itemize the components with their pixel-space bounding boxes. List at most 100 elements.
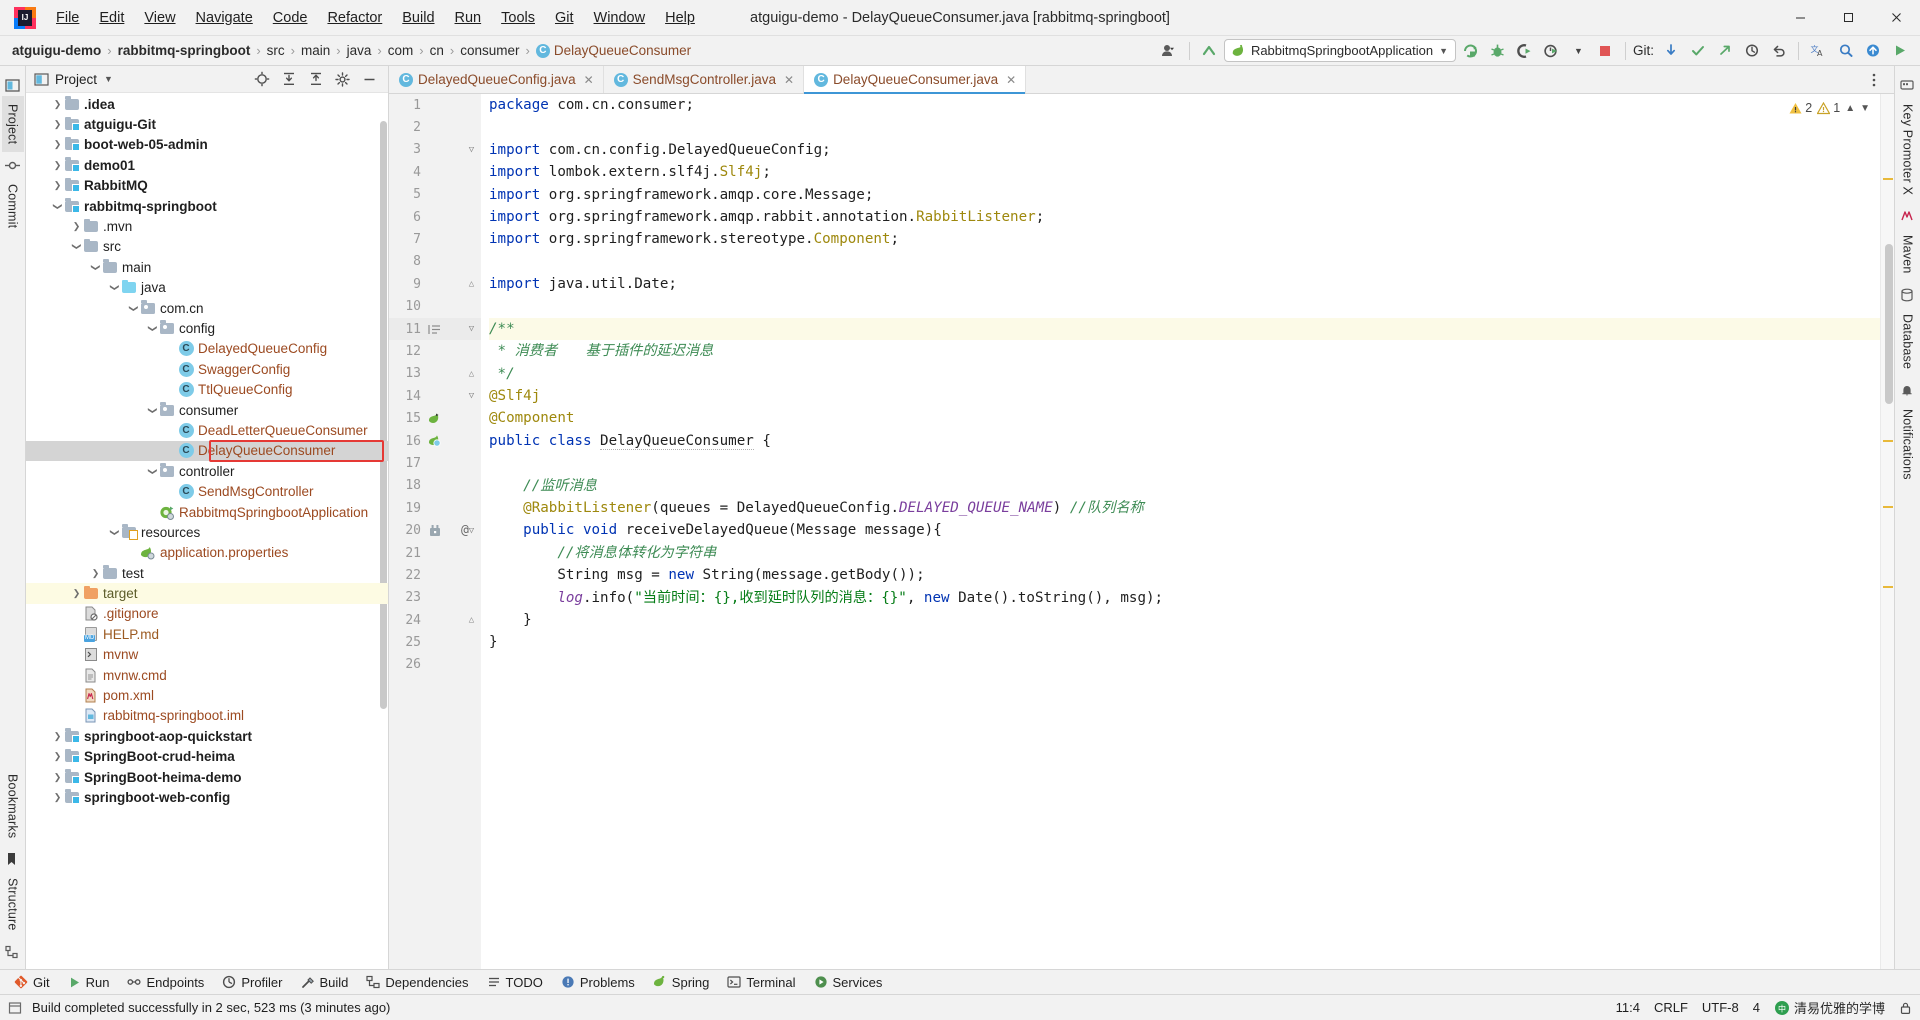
- fold-start-icon[interactable]: ▽: [467, 324, 476, 334]
- chevron-right-icon[interactable]: ❯: [51, 772, 64, 783]
- chevron-right-icon[interactable]: ❯: [51, 180, 64, 191]
- breadcrumb-src[interactable]: src: [267, 43, 285, 58]
- gutter-line[interactable]: 14 ▽: [389, 385, 481, 407]
- sidebar-item-notifications[interactable]: Notifications: [1897, 401, 1919, 488]
- chevron-down-icon[interactable]: ❯: [90, 261, 101, 274]
- gutter-line[interactable]: 5: [389, 184, 481, 206]
- inspection-marker[interactable]: [1883, 586, 1893, 588]
- chevron-right-icon[interactable]: ❯: [51, 731, 64, 742]
- code-line[interactable]: import java.util.Date;: [489, 273, 1880, 295]
- chevron-down-icon[interactable]: ▼: [1566, 39, 1591, 63]
- tree-row[interactable]: C TtlQueueConfig: [26, 379, 388, 399]
- fold-end-icon[interactable]: △: [467, 279, 476, 289]
- sidebar-item-maven[interactable]: Maven: [1897, 227, 1919, 282]
- tree-row[interactable]: ❯ SpringBoot-heima-demo: [26, 767, 388, 787]
- indent-size[interactable]: 4: [1753, 1000, 1760, 1015]
- gutter-line[interactable]: 1: [389, 94, 481, 116]
- inspection-gutter[interactable]: [1880, 94, 1894, 969]
- code-line[interactable]: //监听消息: [489, 475, 1880, 497]
- breadcrumb-java[interactable]: java: [347, 43, 372, 58]
- gutter-line[interactable]: 16: [389, 430, 481, 452]
- locate-icon[interactable]: [249, 67, 274, 91]
- tree-row[interactable]: ❯ .mvn: [26, 216, 388, 236]
- code-line[interactable]: [489, 296, 1880, 318]
- tree-row[interactable]: mvnw: [26, 645, 388, 665]
- gutter-line[interactable]: 17: [389, 452, 481, 474]
- hide-panel-icon[interactable]: [357, 67, 382, 91]
- code-line[interactable]: log.info("当前时间：{},收到延时队列的消息：{}", new Dat…: [489, 587, 1880, 609]
- code-line[interactable]: String msg = new String(message.getBody(…: [489, 564, 1880, 586]
- gutter-line[interactable]: 19: [389, 497, 481, 519]
- collapse-all-icon[interactable]: [303, 67, 328, 91]
- code-line[interactable]: import org.springframework.amqp.rabbit.a…: [489, 206, 1880, 228]
- spring-bean-icon[interactable]: [428, 412, 442, 426]
- code-line[interactable]: @Component: [489, 407, 1880, 429]
- gutter-line[interactable]: 2: [389, 116, 481, 138]
- run-button[interactable]: [1458, 39, 1483, 63]
- tree-row[interactable]: ❯ config: [26, 318, 388, 338]
- bottom-tool-spring[interactable]: Spring: [645, 973, 718, 992]
- tree-row[interactable]: ❯ resources: [26, 522, 388, 542]
- menu-navigate[interactable]: Navigate: [186, 6, 263, 30]
- maximize-button[interactable]: [1824, 0, 1872, 36]
- tree-row[interactable]: C DelayQueueConsumer: [26, 440, 388, 462]
- bottom-tool-run[interactable]: Run: [60, 973, 118, 992]
- chevron-right-icon[interactable]: ❯: [70, 588, 83, 599]
- breadcrumb-class[interactable]: C DelayQueueConsumer: [535, 43, 691, 58]
- code-line[interactable]: [489, 654, 1880, 676]
- gutter-line[interactable]: 25: [389, 631, 481, 653]
- tab-delayedqueueconfig[interactable]: C DelayedQueueConfig.java ✕: [389, 66, 604, 93]
- tree-row[interactable]: ❯ test: [26, 563, 388, 583]
- close-icon[interactable]: ✕: [784, 73, 794, 87]
- tree-row[interactable]: ❯ .idea: [26, 94, 388, 114]
- git-history-icon[interactable]: [1739, 39, 1764, 63]
- chevron-down-icon[interactable]: ❯: [128, 302, 139, 315]
- gutter-line[interactable]: 9 △: [389, 273, 481, 295]
- git-pull-icon[interactable]: [1658, 39, 1683, 63]
- sidebar-item-key-promoter[interactable]: Key Promoter X: [1897, 96, 1919, 203]
- chevron-down-icon[interactable]: ❯: [109, 526, 120, 539]
- settings-gear-icon[interactable]: [330, 67, 355, 91]
- file-encoding[interactable]: UTF-8: [1702, 1000, 1739, 1015]
- chevron-down-icon[interactable]: ▼: [104, 74, 113, 84]
- prev-problem-icon[interactable]: ▲: [1845, 103, 1855, 114]
- tree-row[interactable]: C SendMsgController: [26, 481, 388, 501]
- gutter-line[interactable]: 22: [389, 564, 481, 586]
- more-options-icon[interactable]: [1861, 68, 1886, 92]
- user-avatar-icon[interactable]: [1157, 39, 1182, 63]
- code-line[interactable]: }: [489, 609, 1880, 631]
- inspection-marker[interactable]: [1883, 440, 1893, 442]
- chevron-right-icon[interactable]: ❯: [70, 221, 83, 232]
- code-line[interactable]: [489, 116, 1880, 138]
- spring-bean-class-icon[interactable]: [428, 434, 442, 448]
- chevron-right-icon[interactable]: ❯: [51, 99, 64, 110]
- chevron-right-icon[interactable]: ❯: [51, 160, 64, 171]
- menu-tools[interactable]: Tools: [491, 6, 545, 30]
- search-everywhere-icon[interactable]: [1833, 39, 1858, 63]
- tree-row[interactable]: mvnw.cmd: [26, 665, 388, 685]
- next-problem-icon[interactable]: ▼: [1860, 103, 1870, 114]
- chevron-down-icon[interactable]: ❯: [147, 322, 158, 335]
- run-with-coverage-button[interactable]: [1512, 39, 1537, 63]
- tree-row[interactable]: C DeadLetterQueueConsumer: [26, 420, 388, 440]
- code-line[interactable]: /**: [489, 317, 1880, 341]
- gutter-line[interactable]: 11 ▽: [389, 317, 481, 341]
- stop-button[interactable]: [1593, 39, 1618, 63]
- code-editor[interactable]: 1 2 3 ▽ 4 5 6 7 8 9 △ 10 11 ▽ 12 13 △ 14 ▽ 15 16 17 18 19 20 @ ▽ 21…: [389, 94, 1894, 969]
- code-line[interactable]: }: [489, 631, 1880, 653]
- profiler-button[interactable]: [1539, 39, 1564, 63]
- updates-arrow-icon[interactable]: [1197, 39, 1222, 63]
- menu-refactor[interactable]: Refactor: [317, 6, 392, 30]
- bottom-tool-dependencies[interactable]: Dependencies: [358, 973, 476, 992]
- chevron-right-icon[interactable]: ❯: [89, 568, 102, 579]
- sidebar-item-database[interactable]: Database: [1897, 306, 1919, 377]
- tree-row[interactable]: ❯ rabbitmq-springboot: [26, 196, 388, 216]
- editor-gutter[interactable]: 1 2 3 ▽ 4 5 6 7 8 9 △ 10 11 ▽ 12 13 △ 14 ▽ 15 16 17 18 19 20 @ ▽ 21…: [389, 94, 492, 969]
- bottom-tool-build[interactable]: Build: [293, 973, 357, 992]
- tree-row[interactable]: ❯ java: [26, 278, 388, 298]
- code-line[interactable]: //将消息体转化为字符串: [489, 542, 1880, 564]
- code-line[interactable]: import org.springframework.amqp.core.Mes…: [489, 184, 1880, 206]
- tab-sendmsgcontroller[interactable]: C SendMsgController.java ✕: [603, 66, 805, 93]
- breadcrumb-module[interactable]: rabbitmq-springboot: [118, 43, 251, 58]
- menu-git[interactable]: Git: [545, 6, 584, 30]
